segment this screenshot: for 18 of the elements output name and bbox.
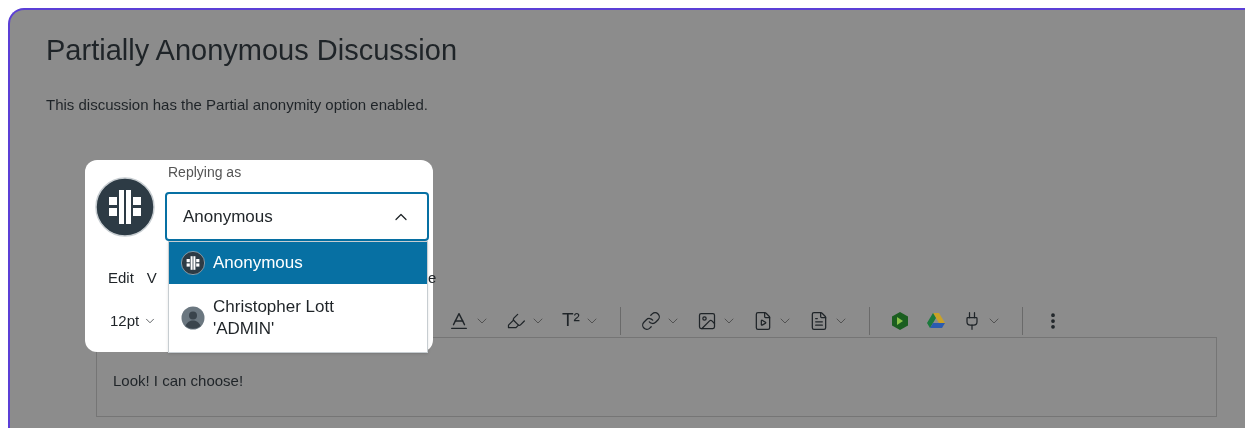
menu-item[interactable]: e (428, 267, 437, 290)
page-description: This discussion has the Partial anonymity option enabled. (46, 95, 429, 115)
font-size-button[interactable]: 12pt (110, 310, 158, 333)
person-avatar-icon (181, 306, 205, 330)
editor-text: Look! I can choose! (113, 371, 244, 389)
app-logo-icon[interactable] (889, 310, 910, 331)
drive-logo-icon[interactable] (925, 311, 946, 330)
anonymous-avatar-icon (95, 177, 155, 237)
reply-as-select[interactable]: Anonymous (165, 192, 429, 241)
menu-item[interactable]: V (146, 267, 157, 290)
toolbar-button[interactable]: T² (554, 304, 608, 337)
replying-as-label: Replying as (168, 163, 242, 182)
image-icon[interactable] (696, 310, 717, 331)
page-title: Partially Anonymous Discussion (46, 33, 458, 68)
option-item[interactable]: Anonymous (169, 242, 427, 284)
menu-item[interactable]: Edit (108, 267, 134, 290)
link-icon[interactable] (640, 310, 661, 331)
anonymous-avatar-icon (181, 251, 205, 275)
